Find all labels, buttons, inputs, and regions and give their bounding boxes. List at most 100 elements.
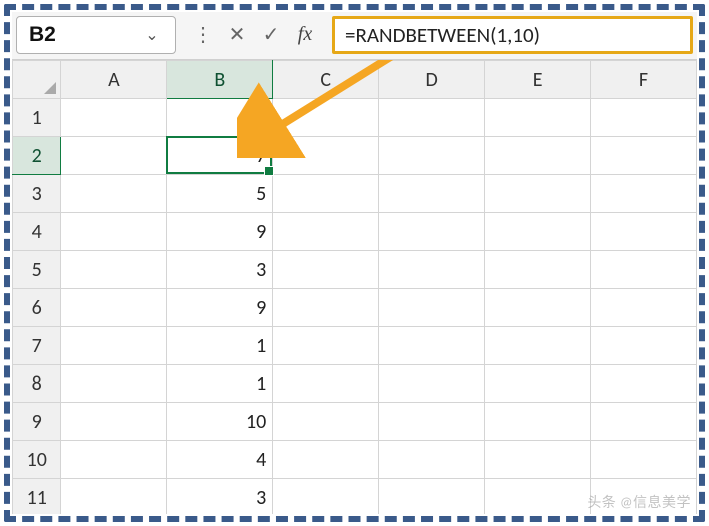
row-header[interactable]: 7: [13, 327, 61, 365]
cell[interactable]: [591, 213, 697, 251]
cell[interactable]: [591, 441, 697, 479]
col-header-D[interactable]: D: [379, 61, 485, 99]
cell[interactable]: [591, 251, 697, 289]
table-row: 9 10: [13, 403, 697, 441]
cell[interactable]: 7: [167, 137, 273, 175]
cell[interactable]: [61, 403, 167, 441]
cell[interactable]: [379, 137, 485, 175]
name-box[interactable]: [17, 23, 137, 47]
cell[interactable]: [485, 403, 591, 441]
cell[interactable]: [485, 175, 591, 213]
cell[interactable]: [273, 251, 379, 289]
cell[interactable]: [61, 479, 167, 515]
table-row: 81: [13, 365, 697, 403]
cell[interactable]: [61, 441, 167, 479]
cell[interactable]: [273, 175, 379, 213]
cell[interactable]: [485, 251, 591, 289]
cell[interactable]: [485, 365, 591, 403]
cell[interactable]: [379, 213, 485, 251]
cell[interactable]: [379, 175, 485, 213]
cell[interactable]: 3: [167, 479, 273, 515]
table-row: 10 4: [13, 441, 697, 479]
cell[interactable]: 9: [167, 289, 273, 327]
formula-bar-buttons: ⋮ ✕ ✓ fx: [182, 20, 326, 50]
cell[interactable]: [167, 99, 273, 137]
col-header-B[interactable]: B: [167, 61, 273, 99]
column-header-row: A B C D E F: [13, 61, 697, 99]
select-all-corner[interactable]: [13, 61, 61, 99]
cell[interactable]: [273, 365, 379, 403]
table-row: 1: [13, 99, 697, 137]
row-header[interactable]: 5: [13, 251, 61, 289]
cell[interactable]: [61, 137, 167, 175]
cell[interactable]: [61, 175, 167, 213]
col-header-F[interactable]: F: [591, 61, 697, 99]
col-header-E[interactable]: E: [485, 61, 591, 99]
cell[interactable]: [61, 289, 167, 327]
cell[interactable]: [379, 99, 485, 137]
cell[interactable]: [379, 441, 485, 479]
col-header-C[interactable]: C: [273, 61, 379, 99]
row-header[interactable]: 9: [13, 403, 61, 441]
cell[interactable]: 9: [167, 213, 273, 251]
cell[interactable]: 1: [167, 327, 273, 365]
cell[interactable]: [485, 99, 591, 137]
cell[interactable]: [485, 441, 591, 479]
col-header-A[interactable]: A: [61, 61, 167, 99]
grid-area: A B C D E F 12735495369718191010411312: [12, 60, 697, 514]
cell[interactable]: [485, 289, 591, 327]
fx-icon[interactable]: fx: [290, 20, 320, 50]
cell[interactable]: [273, 403, 379, 441]
cell[interactable]: [273, 441, 379, 479]
cell[interactable]: [273, 213, 379, 251]
cell[interactable]: [591, 99, 697, 137]
cell[interactable]: [591, 175, 697, 213]
cell[interactable]: [591, 327, 697, 365]
cell[interactable]: [591, 137, 697, 175]
cell[interactable]: [61, 99, 167, 137]
cell[interactable]: [61, 213, 167, 251]
cell[interactable]: [379, 289, 485, 327]
cell[interactable]: [591, 289, 697, 327]
cell[interactable]: [61, 365, 167, 403]
cell[interactable]: 3: [167, 251, 273, 289]
cell[interactable]: 10: [167, 403, 273, 441]
cell[interactable]: [485, 213, 591, 251]
cell[interactable]: 4: [167, 441, 273, 479]
cell[interactable]: [61, 251, 167, 289]
row-header[interactable]: 6: [13, 289, 61, 327]
cell[interactable]: [379, 403, 485, 441]
cell[interactable]: [485, 327, 591, 365]
name-box-container[interactable]: ⌄: [16, 16, 176, 54]
formula-text: =RANDBETWEEN(1,10): [345, 22, 540, 48]
formula-bar[interactable]: =RANDBETWEEN(1,10): [332, 16, 693, 54]
row-header[interactable]: 1: [13, 99, 61, 137]
cancel-icon[interactable]: ✕: [222, 20, 252, 50]
cell[interactable]: 5: [167, 175, 273, 213]
cell[interactable]: 1: [167, 365, 273, 403]
table-row: 27: [13, 137, 697, 175]
cell[interactable]: [273, 327, 379, 365]
row-header[interactable]: 3: [13, 175, 61, 213]
row-header[interactable]: 10: [13, 441, 61, 479]
row-header[interactable]: 8: [13, 365, 61, 403]
cell[interactable]: [485, 137, 591, 175]
cell[interactable]: [379, 327, 485, 365]
row-header[interactable]: 2: [13, 137, 61, 175]
table-row: 69: [13, 289, 697, 327]
cell[interactable]: [379, 251, 485, 289]
cell[interactable]: [273, 137, 379, 175]
row-header[interactable]: 4: [13, 213, 61, 251]
cell[interactable]: [591, 365, 697, 403]
cell[interactable]: [273, 289, 379, 327]
cell[interactable]: [591, 403, 697, 441]
cell[interactable]: [61, 327, 167, 365]
enter-icon[interactable]: ✓: [256, 20, 286, 50]
cell[interactable]: [273, 99, 379, 137]
cell[interactable]: [485, 479, 591, 515]
cell[interactable]: [273, 479, 379, 515]
row-header[interactable]: 11: [13, 479, 61, 515]
name-box-dropdown-icon[interactable]: ⌄: [137, 25, 167, 45]
cell[interactable]: [379, 479, 485, 515]
cell[interactable]: [379, 365, 485, 403]
